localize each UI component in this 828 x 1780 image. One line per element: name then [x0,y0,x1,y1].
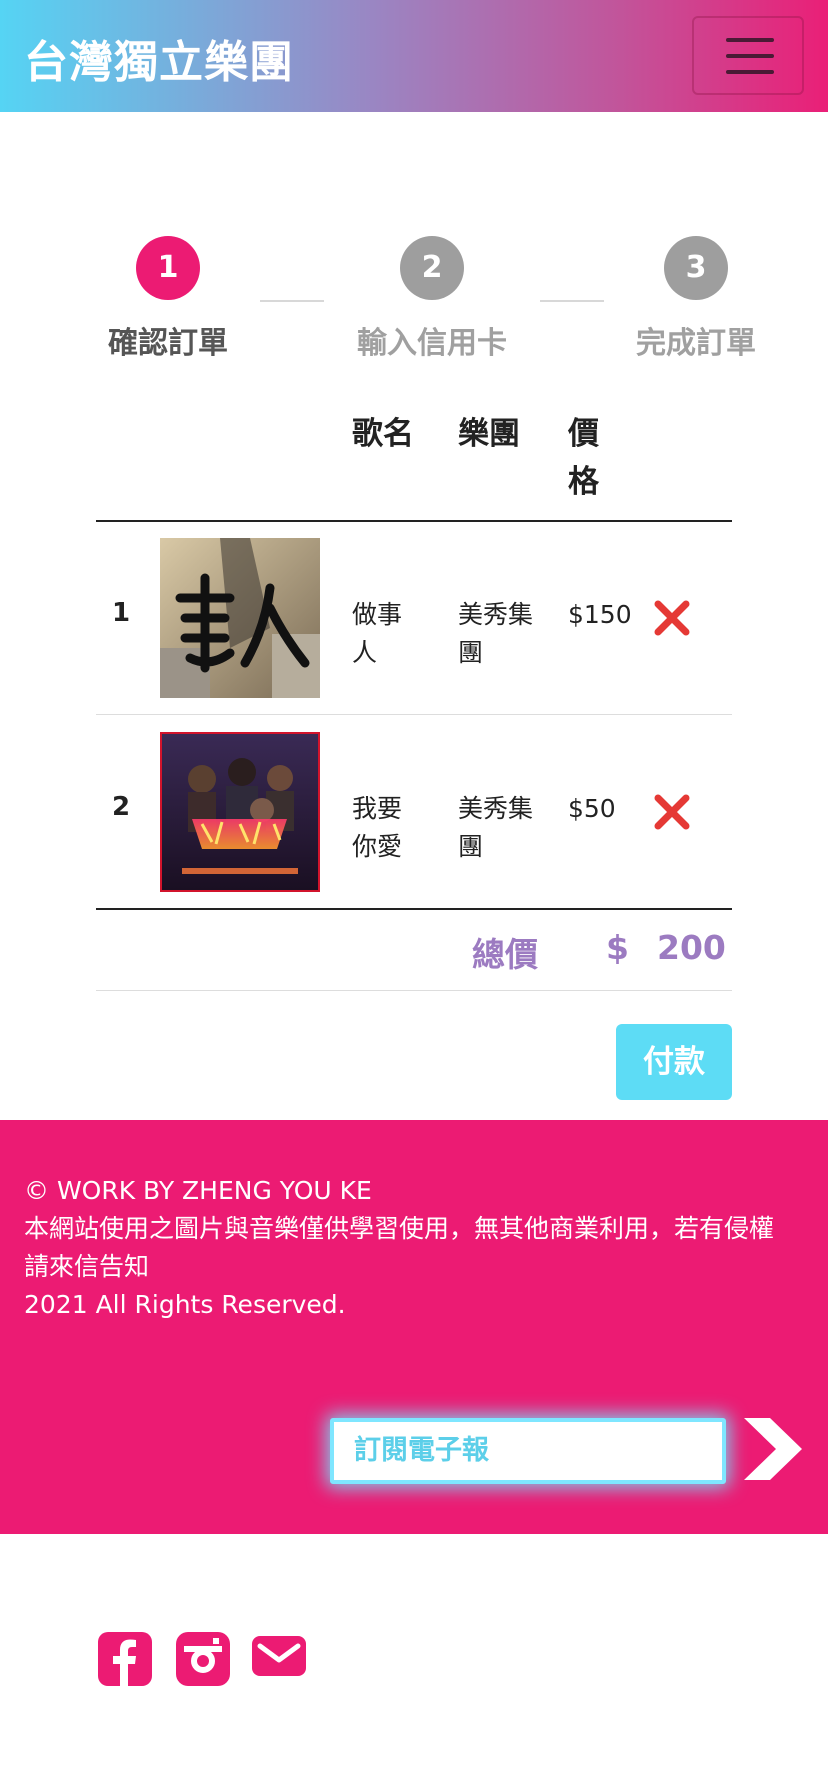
hamburger-menu-icon-bar [726,70,774,74]
instagram-link[interactable] [176,1632,230,1686]
remove-item-button[interactable] [652,792,692,832]
step-3-circle: 3 [664,236,728,300]
total-value: 200 [657,928,726,967]
footer-credit: © WORK BY ZHENG YOU KE [24,1176,372,1205]
step-2-circle: 2 [400,236,464,300]
band-name-line1: 美秀集 [458,794,534,823]
mail-link[interactable] [252,1636,306,1680]
step-1-label: 確認訂單 [108,326,228,361]
pay-button[interactable]: 付款 [616,1024,732,1100]
song-name-line1: 我要 [352,794,403,823]
header-band: 樂團 [458,416,520,452]
album-cover-zuo-shi-ren [160,538,320,698]
step-connector [540,300,604,302]
total-divider [96,990,732,991]
row-divider [96,714,732,715]
mail-icon [252,1636,306,1676]
table-header-divider [96,520,732,522]
song-name-line2: 你愛 [352,832,403,861]
navbar: 台灣獨立樂團 [0,0,828,112]
band-name-line1: 美秀集 [458,600,534,629]
hamburger-menu-icon-bar [726,54,774,58]
step-2-label: 輸入信用卡 [357,326,507,361]
footer-disclaimer-cont: 請來信告知 [24,1252,150,1281]
facebook-link[interactable] [98,1632,152,1686]
remove-item-button[interactable] [652,598,692,638]
newsletter-input[interactable]: 訂閱電子報 [330,1418,726,1484]
step-connector [260,300,324,302]
footer: © WORK BY ZHENG YOU KE 本網站使用之圖片與音樂僅供學習使用… [0,1120,828,1534]
close-icon [654,600,690,636]
item-price: $50 [568,794,616,823]
song-name-line1: 做事 [352,600,403,629]
band-name-line2: 團 [458,832,484,861]
album-cover-wo-yao-ni-ai [160,732,320,892]
header-price-line2: 格 [568,464,599,500]
brand-title[interactable]: 台灣獨立樂團 [24,26,294,90]
close-icon [654,794,690,830]
newsletter-submit-button[interactable] [740,1414,806,1484]
chevron-right-icon [744,1418,802,1480]
song-name-line2: 人 [352,638,378,667]
step-1-circle: 1 [136,236,200,300]
menu-toggle-button[interactable] [692,16,804,95]
table-footer-divider [96,908,732,910]
total-currency: $ [606,928,629,967]
total-label: 總價 [472,935,538,974]
item-price: $150 [568,600,632,629]
facebook-icon [98,1632,152,1686]
header-price-line1: 價 [568,416,599,452]
row-index: 1 [112,598,131,628]
header-song: 歌名 [352,416,414,452]
footer-copyright: 2021 All Rights Reserved. [24,1290,346,1319]
footer-disclaimer: 本網站使用之圖片與音樂僅供學習使用，無其他商業利用，若有侵權 [24,1214,775,1243]
instagram-icon [176,1632,230,1686]
band-name-line2: 團 [458,638,484,667]
hamburger-menu-icon [726,38,774,42]
step-3-label: 完成訂單 [636,326,756,361]
row-index: 2 [112,792,131,822]
